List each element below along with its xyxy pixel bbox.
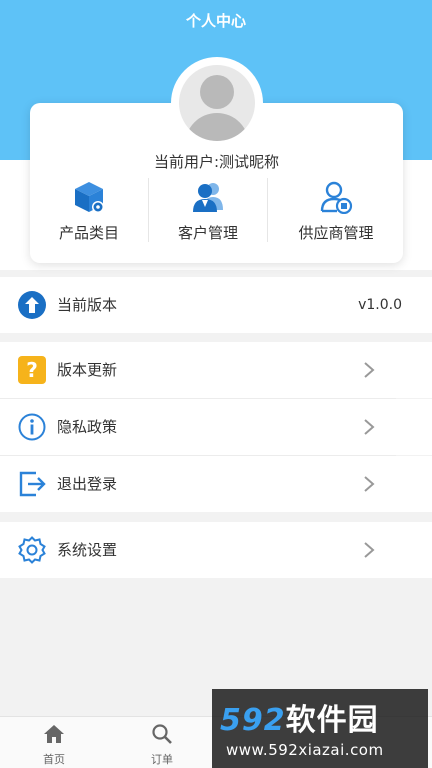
menu-item-version-update[interactable]: ? 版本更新 — [0, 342, 432, 398]
chevron-right-icon — [364, 419, 375, 435]
version-label: 当前版本 — [57, 296, 118, 314]
watermark-url: www.592xiazai.com — [226, 741, 384, 759]
search-icon — [152, 724, 172, 744]
quick-action-customer-management[interactable]: 客户管理 — [149, 180, 267, 244]
menu-item-privacy-policy[interactable]: 隐私政策 — [0, 399, 432, 455]
page-title: 个人中心 — [185, 12, 246, 30]
chevron-right-icon — [364, 362, 375, 378]
version-row: 当前版本 v1.0.0 — [0, 277, 432, 333]
version-value: v1.0.0 — [358, 297, 402, 313]
divider — [267, 178, 268, 242]
quick-action-supplier-management[interactable]: 供应商管理 — [277, 180, 395, 244]
quick-action-label: 产品类目 — [58, 224, 119, 242]
watermark-brand: 592软件园 — [220, 703, 379, 738]
username-label: 当前用户:测试昵称 — [153, 153, 280, 171]
menu-item-label: 版本更新 — [57, 361, 118, 379]
avatar[interactable] — [171, 57, 263, 149]
menu-item-logout[interactable]: 退出登录 — [0, 456, 432, 512]
menu-item-system-settings[interactable]: 系统设置 — [0, 522, 432, 578]
tab-orders[interactable]: 订单 — [108, 717, 216, 768]
watermark: 592软件园 www.592xiazai.com — [212, 689, 428, 768]
supplier-icon — [320, 181, 353, 214]
quick-action-label: 客户管理 — [177, 224, 238, 242]
upload-arrow-icon — [18, 291, 46, 319]
tab-home[interactable]: 首页 — [0, 717, 108, 768]
gear-icon — [18, 536, 46, 564]
tab-label: 订单 — [151, 753, 173, 766]
customers-icon — [193, 183, 223, 212]
chevron-right-icon — [364, 542, 375, 558]
logout-icon — [19, 471, 46, 497]
svg-text:?: ? — [26, 358, 38, 382]
info-icon — [18, 413, 46, 441]
quick-action-product-category[interactable]: 产品类目 — [30, 180, 148, 244]
chevron-right-icon — [364, 476, 375, 492]
quick-action-label: 供应商管理 — [298, 224, 374, 242]
home-icon — [44, 725, 64, 743]
menu-item-label: 退出登录 — [57, 475, 118, 493]
menu-item-label: 隐私政策 — [57, 418, 118, 436]
menu-item-label: 系统设置 — [57, 541, 118, 559]
tab-label: 首页 — [43, 753, 65, 766]
question-icon: ? — [18, 356, 46, 384]
avatar-placeholder-icon — [179, 65, 255, 141]
product-cube-icon — [75, 182, 104, 213]
